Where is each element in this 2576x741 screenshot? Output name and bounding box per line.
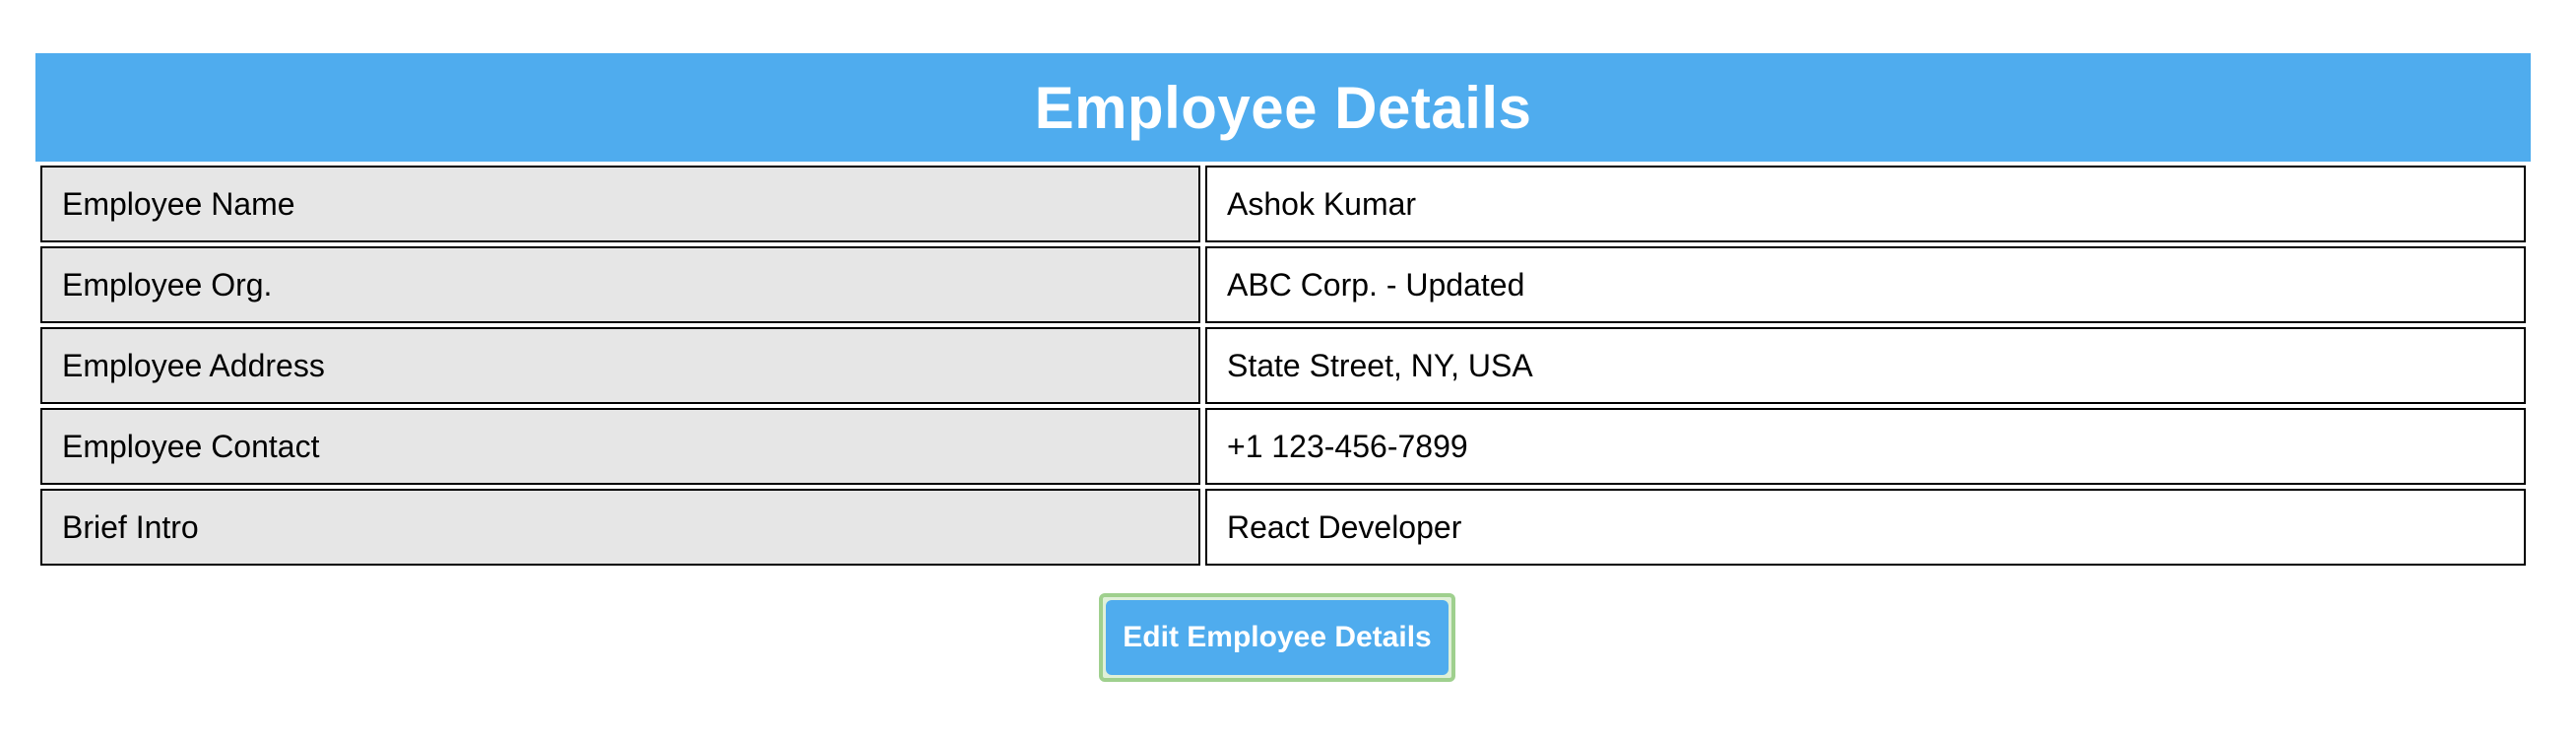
table-row: Employee Address State Street, NY, USA	[40, 327, 2526, 404]
employee-org-label: Employee Org.	[40, 246, 1200, 323]
page-title: Employee Details	[1034, 74, 1532, 141]
employee-name-label: Employee Name	[40, 166, 1200, 242]
brief-intro-label: Brief Intro	[40, 489, 1200, 566]
edit-employee-details-button[interactable]: Edit Employee Details	[1106, 600, 1449, 675]
brief-intro-value: React Developer	[1205, 489, 2526, 566]
employee-contact-value: +1 123-456-7899	[1205, 408, 2526, 485]
employee-address-label: Employee Address	[40, 327, 1200, 404]
table-row: Brief Intro React Developer	[40, 489, 2526, 566]
edit-button-focus-ring: Edit Employee Details	[1099, 593, 1455, 682]
employee-details-table: Employee Name Ashok Kumar Employee Org. …	[35, 162, 2531, 570]
employee-details-panel: Employee Details Employee Name Ashok Kum…	[35, 53, 2531, 570]
employee-address-value: State Street, NY, USA	[1205, 327, 2526, 404]
employee-org-value: ABC Corp. - Updated	[1205, 246, 2526, 323]
table-row: Employee Name Ashok Kumar	[40, 166, 2526, 242]
panel-header: Employee Details	[35, 53, 2531, 162]
table-row: Employee Org. ABC Corp. - Updated	[40, 246, 2526, 323]
employee-name-value: Ashok Kumar	[1205, 166, 2526, 242]
employee-contact-label: Employee Contact	[40, 408, 1200, 485]
table-row: Employee Contact +1 123-456-7899	[40, 408, 2526, 485]
